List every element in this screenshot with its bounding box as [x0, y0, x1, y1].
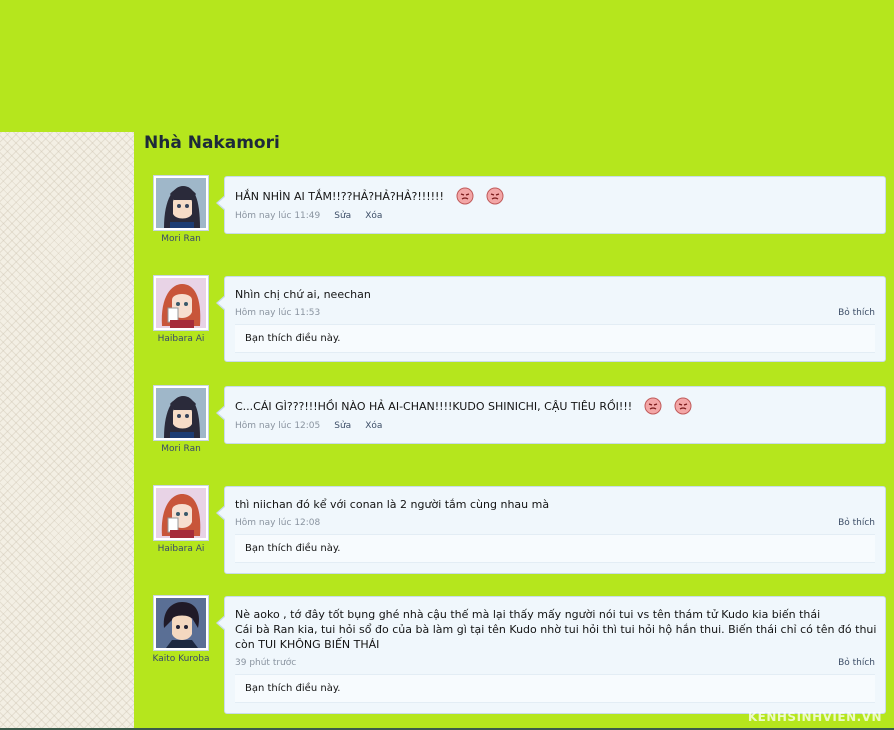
post-meta: Hôm nay lúc 11:49 Sửa Xóa [235, 211, 875, 221]
likes-summary: Bạn thích điều này. [235, 534, 875, 563]
message-body: thì niichan đó kể với conan là 2 người t… [235, 498, 550, 511]
username[interactable]: Haibara Ai [150, 334, 212, 344]
message-bubble: Nhìn chị chứ ai, neechan Hôm nay lúc 11:… [216, 276, 886, 362]
message-line: Nè aoko , tớ đây tốt bụng ghé nhà cậu th… [235, 608, 821, 621]
avatar-column: Haibara Ai [150, 486, 212, 554]
message-text: Nè aoko , tớ đây tốt bụng ghé nhà cậu th… [235, 607, 877, 652]
username[interactable]: Haibara Ai [150, 544, 212, 554]
left-sidebar-pattern [0, 132, 134, 730]
post-timestamp[interactable]: Hôm nay lúc 11:53 [235, 308, 320, 318]
message-line: còn TUI KHÔNG BIẾN THÁI [235, 638, 380, 651]
avatar-column: Mori Ran [150, 386, 212, 454]
message-text: HẮN NHÌN AI TẮM!!??HẢ?HẢ?HẢ?!!!!!! [235, 187, 875, 205]
site-watermark: KENHSINHVIEN.VN [747, 710, 882, 724]
unlike-link[interactable]: Bỏ thích [838, 658, 875, 668]
edit-link[interactable]: Sửa [334, 421, 351, 431]
message-text: C...CÁI GÌ???!!!HỒI NÀO HẢ AI-CHAN!!!!KU… [235, 397, 875, 415]
post-meta: Hôm nay lúc 12:08 Bỏ thích [235, 518, 875, 528]
likes-summary: Bạn thích điều này. [235, 674, 875, 703]
message-line: Cái bà Ran kia, tui hỏi sổ đo của bà làm… [235, 623, 877, 636]
avatar[interactable] [154, 176, 208, 230]
message-bubble: thì niichan đó kể với conan là 2 người t… [216, 486, 886, 574]
angry-smiley-icon [644, 397, 662, 415]
avatar-column: Kaito Kuroba [150, 596, 212, 664]
unlike-link[interactable]: Bỏ thích [838, 308, 875, 318]
post-timestamp[interactable]: 39 phút trước [235, 658, 296, 668]
post-timestamp[interactable]: Hôm nay lúc 12:05 [235, 421, 320, 431]
angry-smiley-icon [674, 397, 692, 415]
message-text: thì niichan đó kể với conan là 2 người t… [235, 497, 875, 512]
delete-link[interactable]: Xóa [365, 211, 382, 221]
unlike-link[interactable]: Bỏ thích [838, 518, 875, 528]
username[interactable]: Mori Ran [150, 444, 212, 454]
avatar[interactable] [154, 596, 208, 650]
haibara-ai-avatar-image [156, 278, 206, 328]
post-meta: 39 phút trước Bỏ thích [235, 658, 875, 668]
username[interactable]: Mori Ran [150, 234, 212, 244]
post-timestamp[interactable]: Hôm nay lúc 11:49 [235, 211, 320, 221]
message-body: Nhìn chị chứ ai, neechan [235, 288, 371, 301]
avatar-column: Haibara Ai [150, 276, 212, 344]
mori-ran-avatar-image [156, 388, 206, 438]
message-bubble: HẮN NHÌN AI TẮM!!??HẢ?HẢ?HẢ?!!!!!! Hôm n… [216, 176, 886, 234]
avatar-column: Mori Ran [150, 176, 212, 244]
mori-ran-avatar-image [156, 178, 206, 228]
message-body: HẮN NHÌN AI TẮM!!??HẢ?HẢ?HẢ?!!!!!! [235, 189, 444, 203]
username[interactable]: Kaito Kuroba [150, 654, 212, 664]
page-title: Nhà Nakamori [144, 133, 280, 153]
likes-summary: Bạn thích điều này. [235, 324, 875, 353]
angry-smiley-icon [486, 187, 504, 205]
kaito-kuroba-avatar-image [156, 598, 206, 648]
message-bubble: C...CÁI GÌ???!!!HỒI NÀO HẢ AI-CHAN!!!!KU… [216, 386, 886, 444]
avatar[interactable] [154, 386, 208, 440]
message-bubble: Nè aoko , tớ đây tốt bụng ghé nhà cậu th… [216, 596, 886, 714]
post-timestamp[interactable]: Hôm nay lúc 12:08 [235, 518, 320, 528]
post-meta: Hôm nay lúc 12:05 Sửa Xóa [235, 421, 875, 431]
message-body: C...CÁI GÌ???!!!HỒI NÀO HẢ AI-CHAN!!!!KU… [235, 399, 633, 413]
post-meta: Hôm nay lúc 11:53 Bỏ thích [235, 308, 875, 318]
edit-link[interactable]: Sửa [334, 211, 351, 221]
angry-smiley-icon [456, 187, 474, 205]
delete-link[interactable]: Xóa [365, 421, 382, 431]
avatar[interactable] [154, 486, 208, 540]
haibara-ai-avatar-image [156, 488, 206, 538]
avatar[interactable] [154, 276, 208, 330]
message-text: Nhìn chị chứ ai, neechan [235, 287, 875, 302]
